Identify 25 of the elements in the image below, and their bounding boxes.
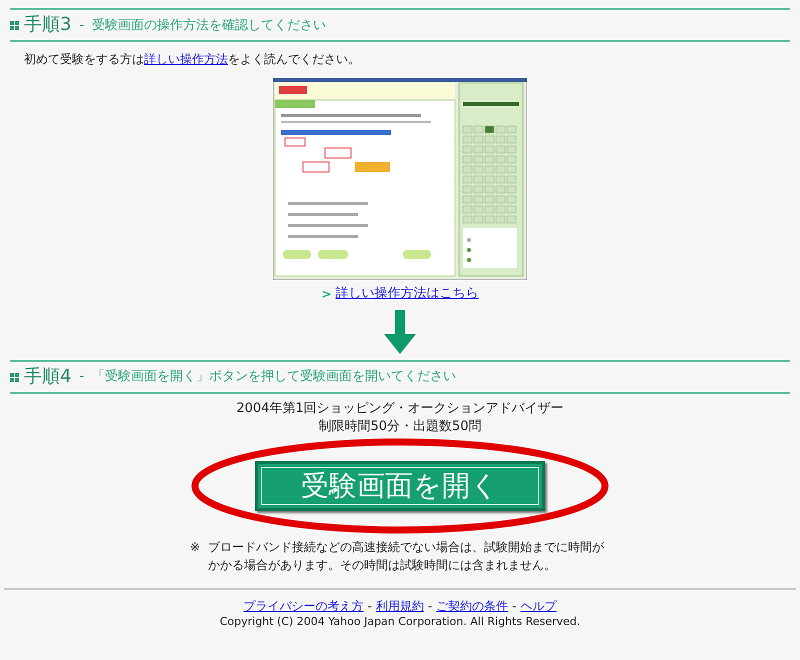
step-separator: - xyxy=(79,16,84,34)
step-number: 手順3 xyxy=(24,14,72,36)
footer-separator: - xyxy=(512,598,517,614)
exam-details: 制限時間50分・出題数50問 xyxy=(318,418,482,436)
guide-link[interactable]: 詳しい操作方法はこちら xyxy=(336,284,479,304)
square-bullet-icon xyxy=(10,21,20,31)
operation-guide-link[interactable]: 詳しい操作方法 xyxy=(144,52,228,66)
step-title: 受験画面の操作方法を確認してください xyxy=(92,16,326,34)
note-mark: ※ xyxy=(190,538,200,556)
footer-link[interactable]: ヘルプ xyxy=(520,598,557,614)
arrow-bullet: > xyxy=(321,286,332,303)
down-arrow-icon xyxy=(384,310,416,354)
step-number: 手順4 xyxy=(24,366,72,388)
footer-link[interactable]: プライバシーの考え方 xyxy=(243,598,364,614)
footer-separator: - xyxy=(367,598,372,614)
exam-name: 2004年第1回ショッピング・オークションアドバイザー xyxy=(236,400,564,418)
copyright-text: Copyright (C) 2004 Yahoo Japan Corporation. All Rights Reserved. xyxy=(220,614,580,630)
step-separator: - xyxy=(79,368,84,386)
footer-link[interactable]: ご契約の条件 xyxy=(436,598,508,614)
footer-separator: - xyxy=(428,598,432,614)
footer-link[interactable]: 利用規約 xyxy=(376,598,424,614)
note-text: ブロードバンド接続などの高速接続でない場合は、試験開始までに時間がかかる場合があります。その時間は試験時間には含まれません。 xyxy=(208,538,606,574)
intro-text: 初めて受験をする方は詳しい操作方法をよく読んでください。 xyxy=(24,51,361,68)
step-title: 「受験画面を開く」ボタンを押して受験画面を開いてください xyxy=(92,368,456,386)
square-bullet-icon xyxy=(10,372,20,382)
